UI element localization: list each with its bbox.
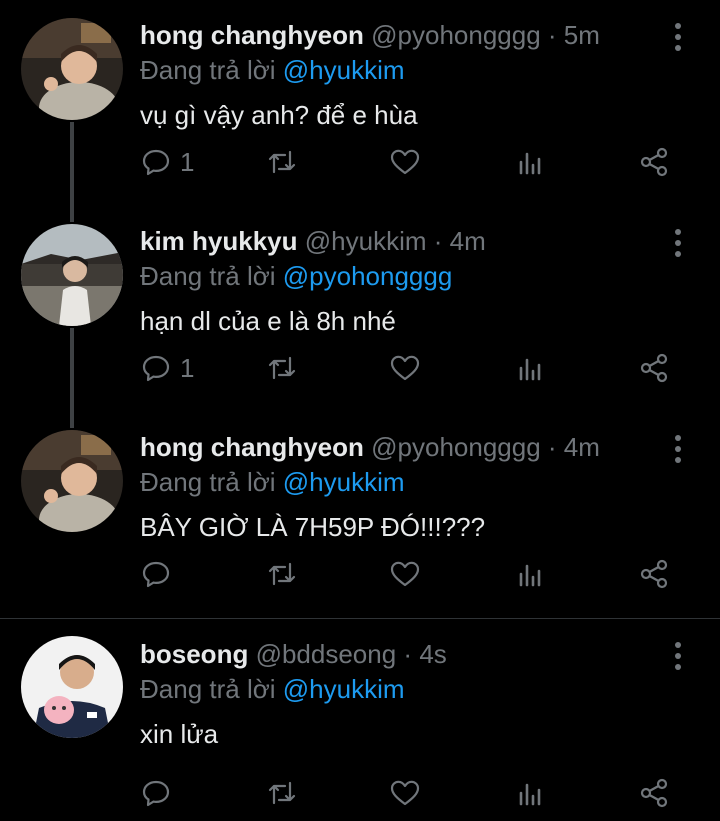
like-icon [390, 355, 420, 381]
share-button[interactable] [638, 348, 670, 388]
separator-dot: · [540, 20, 564, 50]
like-button[interactable] [389, 773, 421, 813]
share-icon [640, 778, 668, 808]
analytics-button[interactable] [515, 142, 547, 182]
user-handle[interactable]: @pyohongggg [371, 20, 541, 50]
tweet[interactable]: hong changhyeon @pyohongggg · 4m Đang tr… [0, 412, 720, 618]
separator-dot: · [540, 432, 564, 462]
share-icon [640, 353, 668, 383]
replying-to-label: Đang trả lời [140, 55, 283, 85]
avatar[interactable] [21, 18, 123, 120]
replying-to-label: Đang trả lời [140, 674, 283, 704]
replying-to-user[interactable]: @hyukkim [283, 467, 405, 497]
replying-to-user[interactable]: @pyohongggg [283, 261, 453, 291]
tweet-text: BÂY GIỜ LÀ 7H59P ĐÓ!!!??? [140, 512, 486, 542]
replying-to: Đang trả lời @hyukkim [140, 53, 405, 87]
tweet-header: hong changhyeon @pyohongggg · 4m [140, 430, 660, 464]
like-button[interactable] [389, 554, 421, 594]
user-handle[interactable]: @bddseong [256, 639, 397, 669]
tweet[interactable]: kim hyukkyu @hyukkim · 4m Đang trả lời @… [0, 206, 720, 412]
retweet-icon [268, 781, 296, 805]
share-button[interactable] [638, 554, 670, 594]
reply-icon [142, 780, 170, 807]
tweet-actions [0, 554, 720, 594]
replying-to: Đang trả lời @hyukkim [140, 672, 405, 706]
tweet-text: hạn dl của e là 8h nhé [140, 306, 396, 336]
like-icon [390, 561, 420, 587]
reply-button[interactable] [140, 773, 180, 813]
analytics-icon [519, 783, 541, 806]
display-name[interactable]: hong changhyeon [140, 20, 364, 50]
analytics-icon [519, 564, 541, 587]
tweet-header: kim hyukkyu @hyukkim · 4m [140, 224, 660, 258]
retweet-button[interactable] [266, 348, 298, 388]
more-icon[interactable] [664, 20, 692, 54]
avatar[interactable] [21, 224, 123, 326]
timestamp[interactable]: 4m [564, 432, 600, 462]
like-icon [390, 149, 420, 175]
display-name[interactable]: kim hyukkyu [140, 226, 298, 256]
reply-icon [142, 355, 170, 382]
reply-icon [142, 149, 170, 176]
share-icon [640, 559, 668, 589]
separator-dot: · [426, 226, 450, 256]
replying-to: Đang trả lời @pyohongggg [140, 259, 452, 293]
analytics-button[interactable] [515, 773, 547, 813]
reply-button[interactable]: 1 [140, 348, 194, 388]
replying-to-label: Đang trả lời [140, 467, 283, 497]
share-button[interactable] [638, 142, 670, 182]
separator-dot: · [396, 639, 420, 669]
share-button[interactable] [638, 773, 670, 813]
reply-count: 1 [180, 146, 195, 177]
more-icon[interactable] [664, 432, 692, 466]
retweet-button[interactable] [266, 773, 298, 813]
analytics-icon [519, 358, 541, 381]
retweet-button[interactable] [266, 554, 298, 594]
like-button[interactable] [389, 142, 421, 182]
replying-to-user[interactable]: @hyukkim [283, 674, 405, 704]
like-icon [390, 780, 420, 806]
replying-to-label: Đang trả lời [140, 261, 283, 291]
tweet[interactable]: hong changhyeon @pyohongggg · 5m Đang tr… [0, 0, 720, 206]
retweet-icon [268, 562, 296, 586]
reply-button[interactable]: 1 [140, 142, 194, 182]
tweet-actions [0, 773, 720, 813]
replying-to: Đang trả lời @hyukkim [140, 465, 405, 499]
reply-button[interactable] [140, 554, 180, 594]
replying-to-user[interactable]: @hyukkim [283, 55, 405, 85]
display-name[interactable]: boseong [140, 639, 248, 669]
more-icon[interactable] [664, 639, 692, 673]
timestamp[interactable]: 4s [419, 639, 446, 669]
tweet-actions: 1 [0, 348, 720, 388]
analytics-icon [519, 152, 541, 175]
timestamp[interactable]: 5m [564, 20, 600, 50]
display-name[interactable]: hong changhyeon [140, 432, 364, 462]
tweet-actions: 1 [0, 142, 720, 182]
avatar[interactable] [21, 430, 123, 532]
retweet-icon [268, 150, 296, 174]
analytics-button[interactable] [515, 348, 547, 388]
reply-count: 1 [180, 352, 195, 383]
user-handle[interactable]: @pyohongggg [371, 432, 541, 462]
share-icon [640, 147, 668, 177]
like-button[interactable] [389, 348, 421, 388]
avatar[interactable] [21, 636, 123, 738]
tweet-header: hong changhyeon @pyohongggg · 5m [140, 18, 660, 52]
tweet-text: xin lửa [140, 719, 219, 749]
tweet[interactable]: boseong @bddseong · 4s Đang trả lời @hyu… [0, 619, 720, 821]
tweet-text: vụ gì vậy anh? để e hùa [140, 100, 418, 130]
analytics-button[interactable] [515, 554, 547, 594]
retweet-button[interactable] [266, 142, 298, 182]
user-handle[interactable]: @hyukkim [305, 226, 427, 256]
reply-icon [142, 561, 170, 588]
more-icon[interactable] [664, 226, 692, 260]
timestamp[interactable]: 4m [450, 226, 486, 256]
retweet-icon [268, 356, 296, 380]
tweet-header: boseong @bddseong · 4s [140, 637, 660, 671]
